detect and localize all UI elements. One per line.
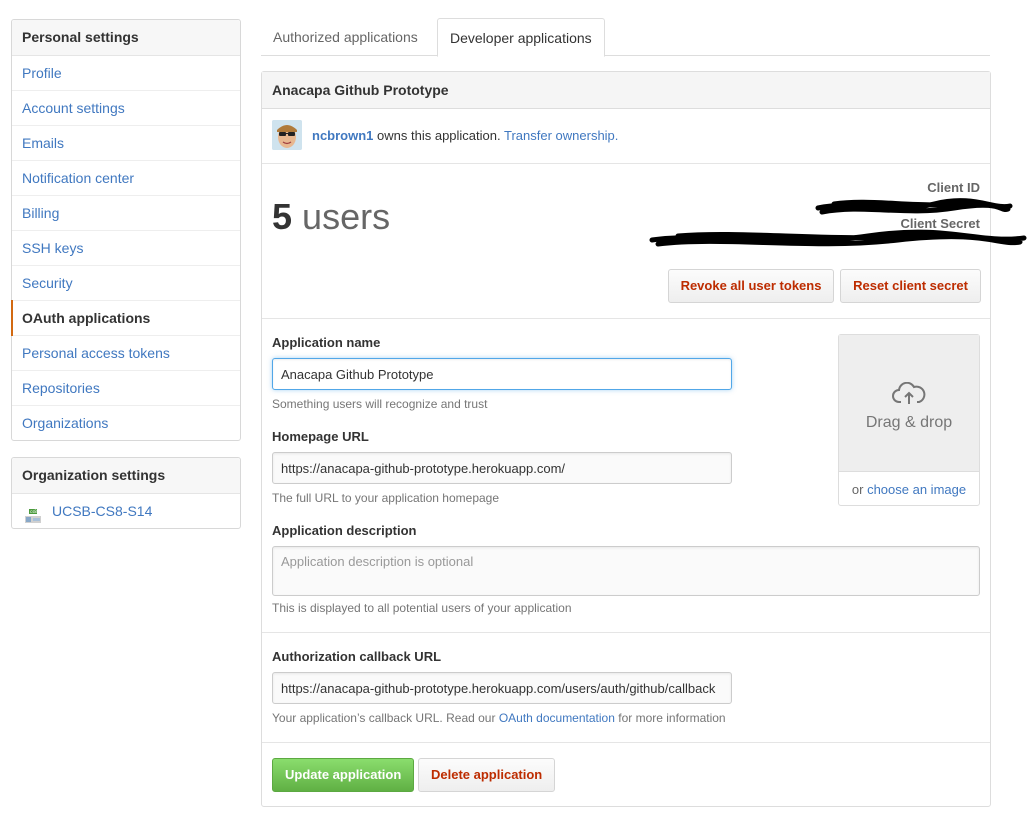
- application-name-note: Something users will recognize and trust: [272, 397, 488, 411]
- application-tabs: Authorized applications Developer applic…: [261, 18, 990, 57]
- menu-item-org-ucsb-cs8-s14[interactable]: cs8 UCSB-CS8-S14: [12, 494, 240, 528]
- update-application-button[interactable]: Update application: [272, 758, 415, 792]
- homepage-url-input[interactable]: [272, 452, 732, 484]
- client-id-redaction: [815, 198, 1013, 215]
- cloud-upload-icon: [892, 381, 926, 409]
- reset-client-secret-button[interactable]: Reset client secret: [840, 269, 981, 303]
- menu-item-account-settings[interactable]: Account settings: [12, 91, 240, 126]
- owns-text: owns this application.: [377, 128, 501, 143]
- drag-drop-text: Drag & drop: [865, 414, 953, 431]
- application-name-input[interactable]: [272, 358, 732, 390]
- users-label: users: [302, 196, 391, 237]
- application-box: Anacapa Github Prototype ncbrown1 owns t…: [261, 71, 1027, 807]
- callback-note-prefix: Your application’s callback URL. Read ou…: [272, 711, 496, 725]
- oauth-documentation-link[interactable]: OAuth documentation: [499, 711, 615, 725]
- application-description-note: This is displayed to all potential users…: [272, 601, 572, 615]
- menu-item-emails[interactable]: Emails: [12, 126, 240, 161]
- user-count-number: 5: [272, 196, 293, 237]
- application-title: Anacapa Github Prototype: [262, 72, 990, 109]
- homepage-url-note: The full URL to your application homepag…: [272, 491, 500, 505]
- svg-text:cs8: cs8: [30, 509, 37, 514]
- tab-authorized-applications[interactable]: Authorized applications: [261, 18, 430, 54]
- application-description-label: Application description: [272, 523, 417, 538]
- owner-text: ncbrown1 owns this application. Transfer…: [312, 128, 618, 143]
- organization-settings-heading: Organization settings: [12, 458, 240, 494]
- org-name-label: UCSB-CS8-S14: [52, 503, 153, 519]
- menu-item-oauth-applications[interactable]: OAuth applications: [11, 300, 240, 336]
- personal-settings-heading: Personal settings: [12, 20, 240, 56]
- choose-image-link[interactable]: choose an image: [867, 482, 966, 497]
- menu-item-security[interactable]: Security: [12, 266, 240, 301]
- tab-developer-applications[interactable]: Developer applications: [437, 18, 605, 57]
- choose-image-text: or choose an image: [839, 482, 979, 497]
- token-actions: Revoke all user tokens Reset client secr…: [666, 269, 981, 303]
- menu-item-personal-access-tokens[interactable]: Personal access tokens: [12, 336, 240, 371]
- callback-row: Authorization callback URL Your applicat…: [262, 633, 990, 743]
- or-text: or: [851, 482, 864, 497]
- callback-url-note: Your application’s callback URL. Read ou…: [272, 711, 726, 725]
- dropzone-area[interactable]: Drag & drop: [839, 335, 979, 472]
- organization-settings-menu: Organization settings cs8 UCSB-CS8-S14: [11, 457, 241, 529]
- menu-item-organizations[interactable]: Organizations: [12, 406, 240, 440]
- stats-row: 5 users Client ID Client Secret Revoke a…: [262, 164, 1027, 319]
- menu-item-profile[interactable]: Profile: [12, 56, 240, 91]
- menu-item-repositories[interactable]: Repositories: [12, 371, 240, 406]
- callback-note-suffix: for more information: [618, 711, 726, 725]
- organization-avatar-icon: cs8: [24, 503, 42, 523]
- avatar[interactable]: [272, 120, 302, 150]
- homepage-url-label: Homepage URL: [272, 429, 369, 444]
- form-actions: Update application Delete application: [262, 743, 990, 806]
- menu-item-notification-center[interactable]: Notification center: [12, 161, 240, 196]
- application-name-label: Application name: [272, 335, 381, 350]
- transfer-ownership-link[interactable]: Transfer ownership.: [504, 128, 618, 143]
- menu-item-billing[interactable]: Billing: [12, 196, 240, 231]
- logo-dropzone[interactable]: Drag & drop or choose an image: [838, 334, 980, 506]
- callback-url-label: Authorization callback URL: [272, 649, 442, 664]
- application-form: Application name Something users will re…: [262, 319, 990, 633]
- owner-link[interactable]: ncbrown1: [312, 128, 373, 143]
- menu-item-ssh-keys[interactable]: SSH keys: [12, 231, 240, 266]
- personal-settings-menu: Personal settings Profile Account settin…: [11, 19, 241, 441]
- revoke-all-user-tokens-button[interactable]: Revoke all user tokens: [667, 269, 835, 303]
- callback-url-input[interactable]: [272, 672, 732, 704]
- application-description-textarea[interactable]: Application description is optional: [272, 546, 980, 596]
- user-count: 5 users: [272, 196, 390, 238]
- client-secret-redaction: [649, 229, 1027, 247]
- owner-row: ncbrown1 owns this application. Transfer…: [262, 109, 990, 164]
- delete-application-button[interactable]: Delete application: [418, 758, 556, 792]
